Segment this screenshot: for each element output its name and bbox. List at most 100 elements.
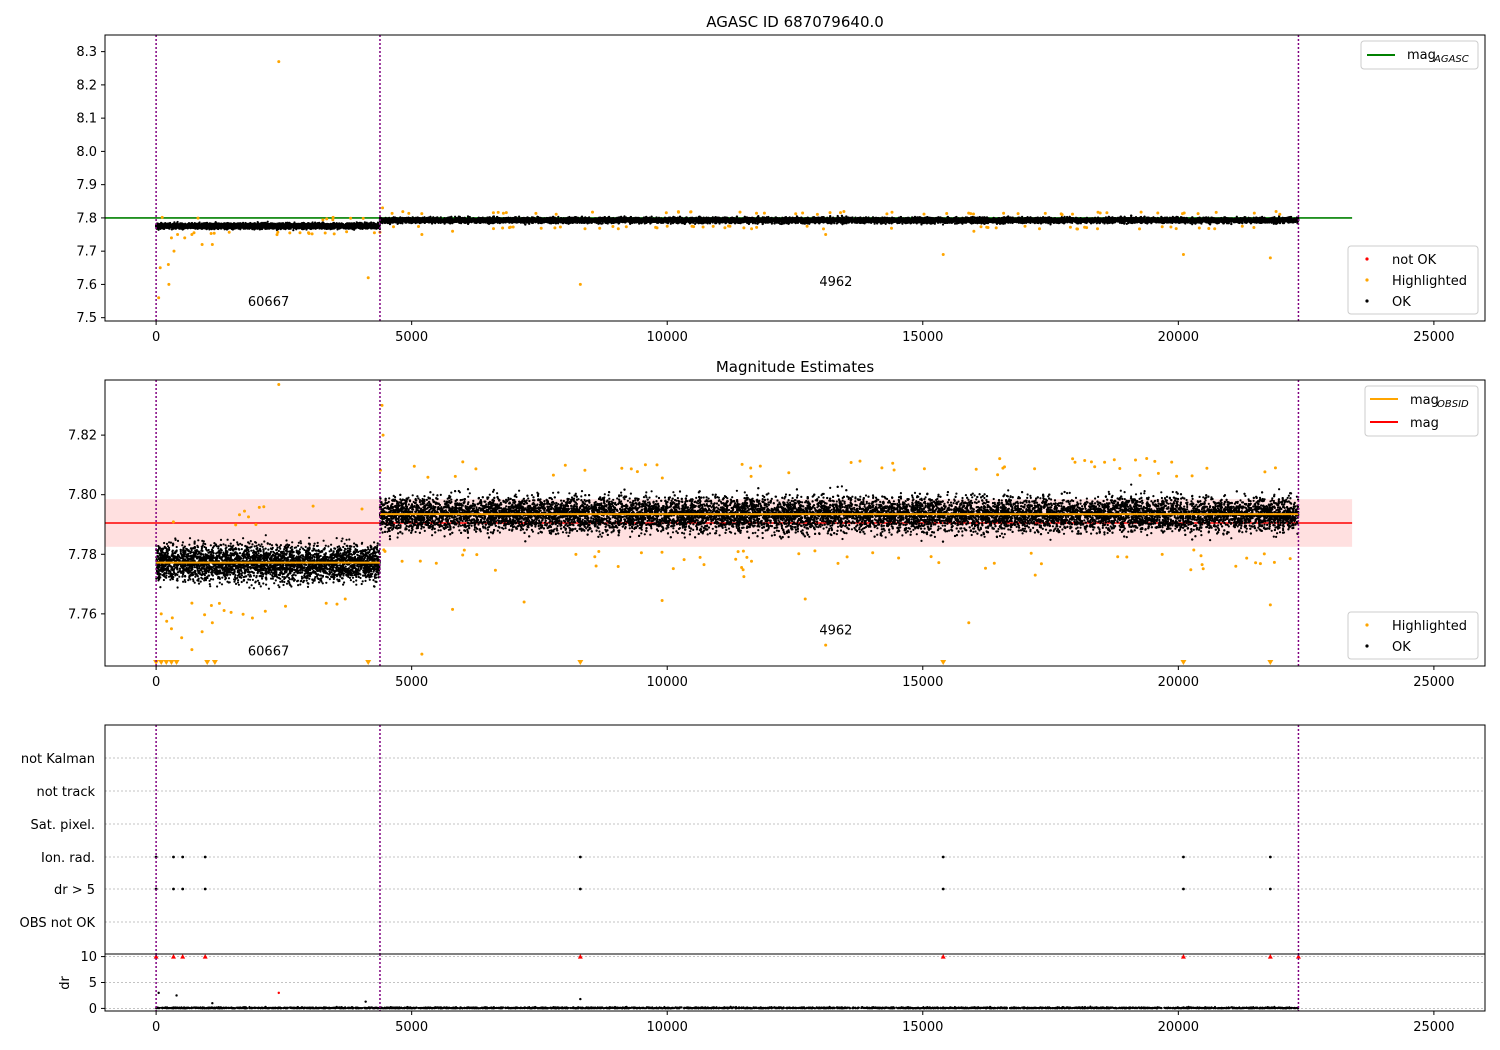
- ok-point: [359, 226, 362, 229]
- ok-point: [292, 225, 295, 228]
- ok-point: [295, 224, 298, 227]
- ok-point: [227, 227, 230, 230]
- ok-point: [285, 226, 288, 229]
- ok-point: [205, 225, 208, 228]
- ok-point: [261, 224, 264, 227]
- ok-point: [332, 221, 335, 224]
- panel-agasc-title: AGASC ID 687079640.0: [706, 13, 884, 31]
- ok-point: [173, 224, 176, 227]
- ok-point: [224, 223, 227, 226]
- ok-point: [340, 222, 343, 225]
- ok-point: [217, 225, 220, 228]
- figure: AGASC ID 687079640.0 606674962 0 5000 1000…: [20, 13, 1486, 1035]
- ok-point: [167, 226, 170, 229]
- ok-point: [327, 223, 330, 226]
- ok-point: [312, 226, 315, 229]
- ok-point: [260, 221, 264, 224]
- ok-point: [288, 223, 291, 226]
- clipped-layer: [105, 60, 1353, 300]
- ok-point: [281, 223, 284, 227]
- ok-point: [182, 225, 185, 228]
- ok-point: [321, 221, 325, 224]
- ok-point: [372, 222, 376, 225]
- panel-agasc: AGASC ID 687079640.0 606674962 0 5000 1000…: [76, 13, 1486, 345]
- ok-point: [238, 223, 241, 226]
- ok-point: [158, 226, 161, 230]
- ok-point: [368, 223, 371, 226]
- ok-point: [196, 226, 199, 229]
- ok-point: [372, 225, 375, 228]
- ok-point: [310, 224, 313, 227]
- ok-point: [254, 227, 257, 230]
- ok-point: [336, 225, 339, 228]
- ok-point: [172, 227, 175, 230]
- ok-point: [209, 224, 212, 227]
- ok-point: [357, 225, 360, 228]
- ok-point: [338, 222, 341, 225]
- ok-point: [279, 222, 283, 225]
- ok-point: [199, 226, 203, 229]
- ok-point: [159, 222, 162, 226]
- ok-point: [294, 227, 297, 230]
- ok-point: [156, 225, 159, 228]
- ok-point: [248, 225, 251, 228]
- ok-point: [228, 225, 231, 228]
- panel-agasc-plot-area: 606674962: [105, 35, 1353, 321]
- ok-point: [223, 222, 226, 225]
- ok-point: [257, 224, 260, 228]
- ok-point: [305, 228, 308, 231]
- ok-point: [318, 223, 321, 226]
- ok-point: [285, 223, 288, 227]
- ok-point: [365, 221, 368, 224]
- ok-point: [364, 223, 367, 226]
- ok-point: [350, 225, 353, 228]
- ok-point: [244, 224, 248, 228]
- ok-point: [278, 227, 281, 230]
- ok-point: [240, 223, 243, 226]
- ok-point: [160, 224, 163, 227]
- ok-point: [166, 224, 169, 227]
- ok-point: [274, 224, 277, 227]
- ok-point: [230, 223, 233, 226]
- ok-point: [253, 222, 256, 225]
- ok-point: [366, 225, 369, 228]
- ok-point: [235, 226, 238, 230]
- ok-point: [194, 226, 197, 230]
- ok-point: [323, 227, 326, 230]
- ok-point: [297, 225, 300, 229]
- ok-point: [256, 221, 259, 225]
- ok-point: [324, 223, 327, 226]
- ok-point: [231, 226, 234, 229]
- ok-point: [276, 224, 279, 228]
- ok-point: [242, 224, 245, 228]
- ok-point: [214, 224, 217, 227]
- ok-point: [292, 229, 295, 232]
- ok-point: [254, 224, 258, 227]
- ok-point: [269, 224, 272, 227]
- ok-point: [176, 225, 180, 228]
- ok-point: [356, 222, 359, 225]
- ok-point: [164, 225, 167, 228]
- ok-point: [259, 223, 262, 227]
- ok-point: [320, 227, 323, 230]
- ok-point: [302, 227, 305, 231]
- ok-point: [240, 226, 244, 229]
- ok-point: [351, 228, 354, 231]
- ok-point: [164, 222, 167, 225]
- ok-point: [180, 226, 183, 229]
- ok-point: [315, 225, 318, 228]
- ok-point: [264, 223, 267, 226]
- ok-point: [334, 225, 337, 229]
- ok-point: [238, 225, 241, 228]
- ok-point: [269, 227, 272, 230]
- ok-point: [345, 226, 348, 229]
- ok-point: [266, 220, 269, 223]
- ok-point: [223, 225, 226, 229]
- ok-point: [363, 221, 366, 224]
- ok-point: [275, 228, 278, 231]
- ok-point: [211, 227, 214, 230]
- ok-point: [376, 225, 379, 229]
- ok-point: [272, 225, 275, 228]
- ok-point: [293, 221, 296, 224]
- ok-point: [191, 222, 194, 225]
